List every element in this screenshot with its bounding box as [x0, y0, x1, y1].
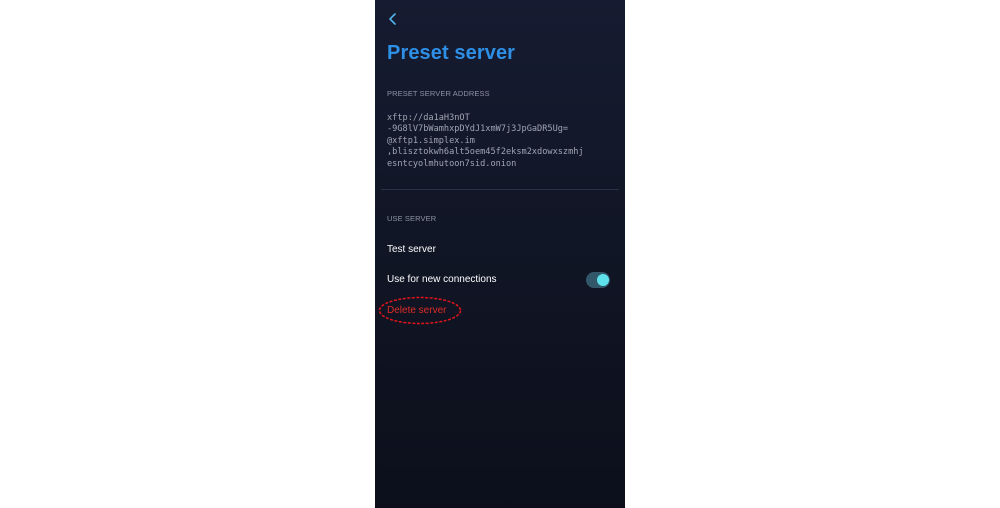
- address-line: -9G8lV7bWamhxpDYdJ1xmW7j3JpGaDR5Ug=: [387, 124, 569, 135]
- delete-server-row: Delete server: [378, 296, 462, 325]
- phone-screen: Preset server PRESET SERVER ADDRESS xftp…: [375, 0, 625, 508]
- address-line: esntcyolmhutoon7sid.onion: [387, 158, 517, 169]
- back-button[interactable]: [385, 10, 401, 28]
- address-line: @xftp1.simplex.im: [387, 135, 475, 146]
- section-divider: [381, 189, 619, 190]
- delete-server-button[interactable]: Delete server: [387, 305, 446, 316]
- address-line: xftp://da1aH3nOT: [387, 113, 470, 123]
- address-line: ,bliszto​kwh6alt5oem45f2eksm2xdowxszmhj: [387, 147, 584, 158]
- preset-address-section-label: PRESET SERVER ADDRESS: [387, 89, 490, 98]
- use-server-section-label: USE SERVER: [387, 214, 437, 223]
- page-title: Preset server: [387, 42, 516, 64]
- preset-server-address[interactable]: xftp://da1aH3nOT -9G8lV7bWamhxpDYdJ1xmW7…: [387, 113, 619, 170]
- use-for-new-connections-toggle[interactable]: [586, 272, 610, 288]
- chevron-left-icon: [389, 13, 396, 25]
- use-for-new-connections-label: Use for new connections: [387, 274, 497, 285]
- toggle-knob: [597, 274, 609, 286]
- test-server-button[interactable]: Test server: [387, 244, 436, 255]
